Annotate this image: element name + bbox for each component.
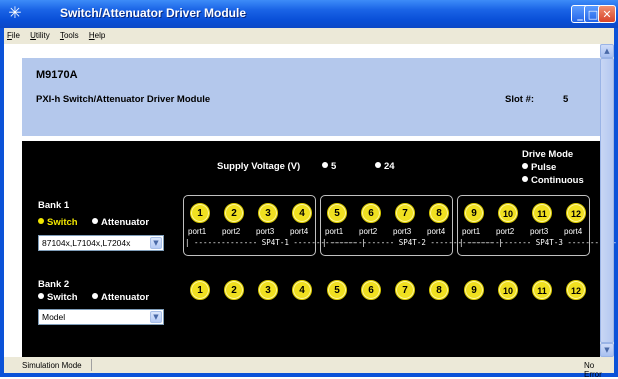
supply-voltage-label: Supply Voltage (V) xyxy=(217,161,301,172)
chevron-down-icon[interactable]: ▼ xyxy=(150,237,162,249)
bank2-port-button-12[interactable]: 12 xyxy=(566,280,586,300)
application-window: ✳ Switch/Attenuator Driver Module _ □ ✕ … xyxy=(0,0,618,379)
port-label: port2 xyxy=(222,227,241,236)
bank1-port-button-12[interactable]: 12 xyxy=(566,203,586,223)
scroll-down-icon[interactable]: ▼ xyxy=(600,343,614,357)
bank1-port-button-3[interactable]: 3 xyxy=(258,203,278,223)
port-label: port4 xyxy=(427,227,446,236)
main-content: M9170A PXI-h Switch/Attenuator Driver Mo… xyxy=(4,44,618,366)
port-label: port4 xyxy=(564,227,583,236)
bank1-attenuator-radio[interactable]: Attenuator xyxy=(92,217,149,228)
menu-tools[interactable]: Tools xyxy=(57,28,84,40)
status-error: No Error xyxy=(584,361,602,379)
bank2-port-button-10[interactable]: 10 xyxy=(498,280,518,300)
bank1-port-button-11[interactable]: 11 xyxy=(532,203,552,223)
bank1-port-button-9[interactable]: 9 xyxy=(464,203,484,223)
radio-dot-icon xyxy=(522,176,528,183)
menu-file[interactable]: File xyxy=(4,28,25,40)
module-header: M9170A PXI-h Switch/Attenuator Driver Mo… xyxy=(22,58,605,136)
radio-dot-icon xyxy=(522,163,528,170)
bank1-port-button-7[interactable]: 7 xyxy=(395,203,415,223)
menu-bar: File Utility Tools Help xyxy=(4,28,614,44)
bank1-port-button-8[interactable]: 8 xyxy=(429,203,449,223)
slot-label: Slot #: xyxy=(505,94,535,105)
radio-dot-icon xyxy=(38,293,44,300)
bank2-port-button-2[interactable]: 2 xyxy=(224,280,244,300)
port-label: port1 xyxy=(462,227,481,236)
bank2-label: Bank 2 xyxy=(38,279,70,290)
port-label: port4 xyxy=(290,227,309,236)
chevron-down-icon[interactable]: ▼ xyxy=(150,311,162,323)
bank1-port-button-10[interactable]: 10 xyxy=(498,203,518,223)
bank2-port-button-7[interactable]: 7 xyxy=(395,280,415,300)
bank2-port-button-4[interactable]: 4 xyxy=(292,280,312,300)
port-label: port1 xyxy=(325,227,344,236)
menu-help[interactable]: Help xyxy=(86,28,110,40)
drive-mode-label: Drive Mode xyxy=(522,149,574,160)
control-panel: Supply Voltage (V) 5 24 Drive Mode Pulse… xyxy=(22,141,618,366)
bank1-switch-radio[interactable]: Switch xyxy=(38,217,78,228)
supply-24v-radio[interactable]: 24 xyxy=(375,161,395,172)
bank2-attenuator-radio[interactable]: Attenuator xyxy=(92,292,149,303)
close-button[interactable]: ✕ xyxy=(598,5,616,23)
status-divider xyxy=(91,359,92,371)
scroll-up-icon[interactable]: ▲ xyxy=(600,44,614,58)
bank1-label: Bank 1 xyxy=(38,200,70,211)
client-area: File Utility Tools Help M9170A PXI-h Swi… xyxy=(4,28,618,379)
menu-utility[interactable]: Utility xyxy=(27,28,55,40)
window-title: Switch/Attenuator Driver Module xyxy=(60,6,247,20)
title-bar[interactable]: ✳ Switch/Attenuator Driver Module _ □ ✕ xyxy=(0,0,618,28)
bank1-port-button-6[interactable]: 6 xyxy=(361,203,381,223)
radio-dot-icon xyxy=(322,162,328,169)
port-label: port1 xyxy=(188,227,207,236)
model-name: M9170A xyxy=(36,69,78,81)
supply-5v-radio[interactable]: 5 xyxy=(322,161,336,172)
bank1-dropdown-value: 87104x,L7104x,L7204x xyxy=(42,238,131,248)
bank2-port-button-5[interactable]: 5 xyxy=(327,280,347,300)
port-label: port2 xyxy=(359,227,378,236)
star-icon: ✳ xyxy=(8,3,22,22)
group-label-sp4t-3: | -------------- SP4T-3 -------------- | xyxy=(459,238,618,247)
bank2-port-button-9[interactable]: 9 xyxy=(464,280,484,300)
drive-continuous-radio[interactable]: Continuous xyxy=(522,175,584,186)
status-bar: Simulation Mode No Error xyxy=(4,357,614,379)
drive-pulse-radio[interactable]: Pulse xyxy=(522,162,556,173)
port-label: port3 xyxy=(256,227,275,236)
port-label: port2 xyxy=(496,227,515,236)
status-mode: Simulation Mode xyxy=(22,361,82,370)
module-subtitle: PXI-h Switch/Attenuator Driver Module xyxy=(36,94,211,105)
bank1-model-dropdown[interactable]: 87104x,L7104x,L7204x ▼ xyxy=(38,235,164,251)
bank2-port-button-1[interactable]: 1 xyxy=(190,280,210,300)
radio-dot-icon xyxy=(92,218,98,225)
bank2-port-button-11[interactable]: 11 xyxy=(532,280,552,300)
bank2-model-dropdown[interactable]: Model ▼ xyxy=(38,309,164,325)
slot-value: 5 xyxy=(563,94,569,105)
bank2-dropdown-value: Model xyxy=(42,312,66,322)
bank1-port-button-1[interactable]: 1 xyxy=(190,203,210,223)
bank1-port-button-4[interactable]: 4 xyxy=(292,203,312,223)
bank2-port-button-3[interactable]: 3 xyxy=(258,280,278,300)
bank1-port-button-2[interactable]: 2 xyxy=(224,203,244,223)
port-label: port3 xyxy=(393,227,412,236)
radio-dot-icon xyxy=(375,162,381,169)
scroll-thumb[interactable] xyxy=(600,58,614,343)
radio-dot-icon xyxy=(92,293,98,300)
radio-selected-icon xyxy=(38,218,44,225)
port-label: port3 xyxy=(530,227,549,236)
bank1-port-button-5[interactable]: 5 xyxy=(327,203,347,223)
bank2-switch-radio[interactable]: Switch xyxy=(38,292,78,303)
bank2-port-button-8[interactable]: 8 xyxy=(429,280,449,300)
bank2-port-button-6[interactable]: 6 xyxy=(361,280,381,300)
vertical-scrollbar[interactable]: ▲ ▼ xyxy=(600,44,614,357)
